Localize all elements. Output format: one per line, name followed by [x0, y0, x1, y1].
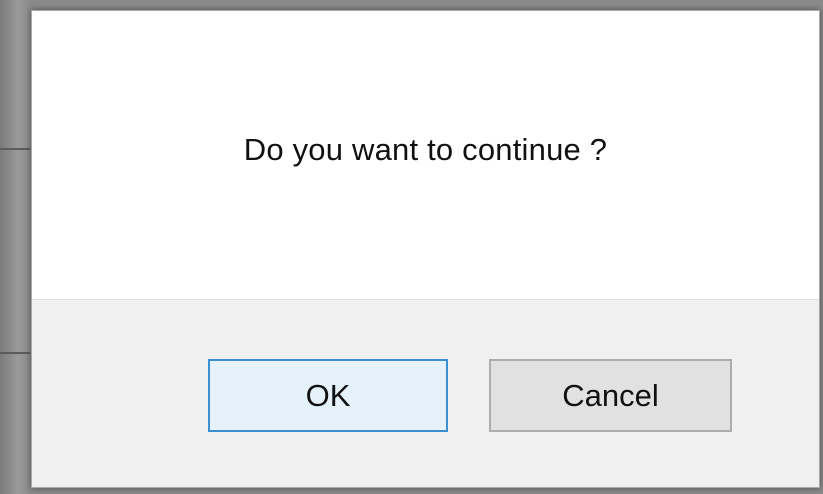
dialog-button-bar: OK Cancel	[32, 299, 819, 487]
dialog-message-area: Do you want to continue ?	[32, 11, 819, 299]
ok-button[interactable]: OK	[208, 359, 448, 432]
dialog-message: Do you want to continue ?	[243, 132, 608, 167]
background-divider	[0, 352, 30, 354]
confirm-dialog: Do you want to continue ? OK Cancel	[31, 10, 820, 488]
background-divider	[0, 148, 30, 150]
cancel-button[interactable]: Cancel	[489, 359, 732, 432]
